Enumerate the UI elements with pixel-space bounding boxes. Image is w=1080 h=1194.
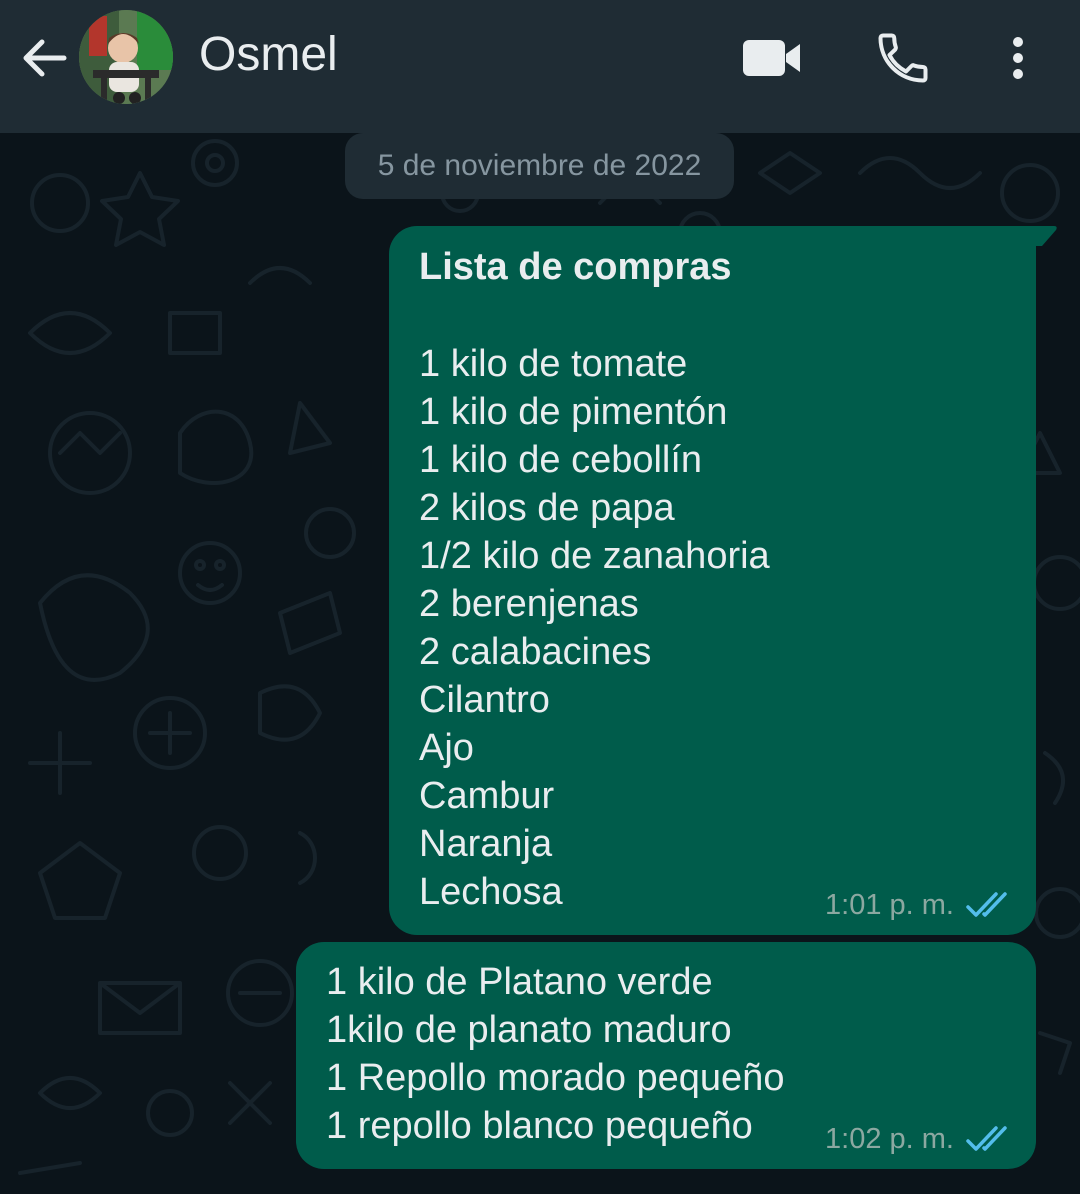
outgoing-message[interactable]: Lista de compras 1 kilo de tomate 1 kilo… xyxy=(389,226,1036,935)
list-item: 1 Repollo morado pequeño xyxy=(326,1057,785,1099)
list-item: Lechosa xyxy=(419,871,563,913)
list-item: Ajo xyxy=(419,727,474,769)
back-button[interactable] xyxy=(14,28,74,88)
message-body: 1 kilo de Platano verde 1kilo de planato… xyxy=(326,958,784,1150)
more-vert-icon xyxy=(1013,37,1023,79)
message-body: 1 kilo de tomate 1 kilo de pimentón 1 ki… xyxy=(419,340,770,916)
read-receipt-icon xyxy=(966,892,1007,917)
outgoing-message[interactable]: 1 kilo de Platano verde 1kilo de planato… xyxy=(296,942,1036,1169)
contact-name[interactable]: Osmel xyxy=(199,27,338,83)
message-meta: 1:01 p. m. xyxy=(825,885,1014,925)
list-item: 1/2 kilo de zanahoria xyxy=(419,535,770,577)
list-item: 1 kilo de Platano verde xyxy=(326,961,713,1003)
read-receipt-icon xyxy=(966,1126,1007,1151)
list-item: 1 kilo de pimentón xyxy=(419,391,728,433)
chat-header: Osmel xyxy=(0,0,1080,133)
list-item: Cambur xyxy=(419,775,555,817)
date-separator: 5 de noviembre de 2022 xyxy=(345,133,734,199)
list-item: 2 calabacines xyxy=(419,631,652,673)
message-meta: 1:02 p. m. xyxy=(825,1119,1014,1159)
message-title: Lista de compras xyxy=(419,246,732,288)
bubble-tail xyxy=(1030,226,1057,246)
list-item: 2 kilos de papa xyxy=(419,487,675,529)
back-arrow-icon xyxy=(23,39,67,77)
list-item: Naranja xyxy=(419,823,553,865)
list-item: Cilantro xyxy=(419,679,550,721)
voice-call-button[interactable] xyxy=(872,28,934,88)
message-time: 1:01 p. m. xyxy=(825,888,954,921)
message-time: 1:02 p. m. xyxy=(825,1122,954,1155)
phone-icon xyxy=(878,33,928,83)
list-item: 1 kilo de cebollín xyxy=(419,439,703,481)
list-item: 1kilo de planato maduro xyxy=(326,1009,732,1051)
video-call-icon xyxy=(743,40,800,76)
list-item: 1 repollo blanco pequeño xyxy=(326,1105,753,1147)
more-options-button[interactable] xyxy=(996,28,1040,88)
list-item: 2 berenjenas xyxy=(419,583,639,625)
avatar[interactable] xyxy=(79,10,173,104)
list-item: 1 kilo de tomate xyxy=(419,343,688,385)
video-call-button[interactable] xyxy=(740,32,804,84)
